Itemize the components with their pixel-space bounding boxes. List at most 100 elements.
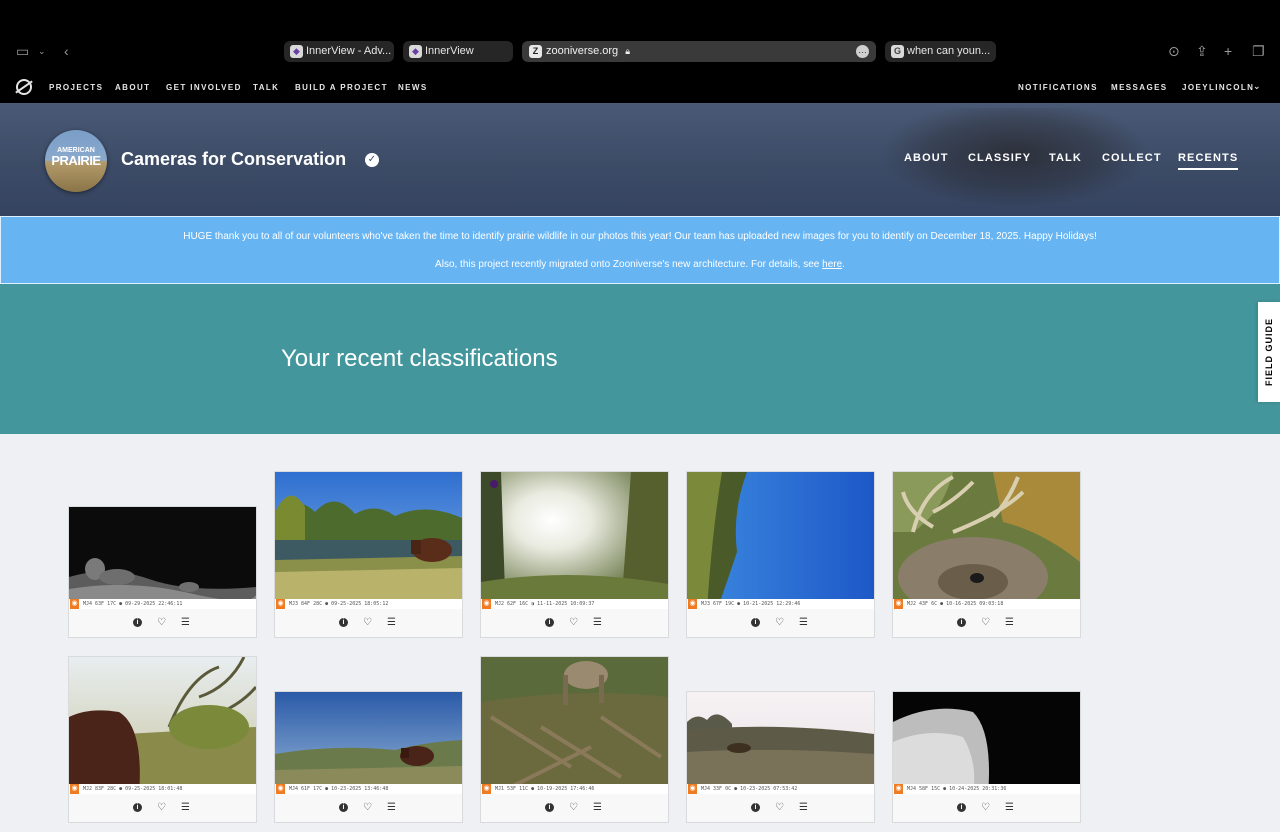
camera-brand-icon: ◉ — [688, 784, 697, 794]
camera-info-text: MJ3 67F 19C ● 10-21-2025 12:29:46 — [701, 601, 801, 607]
favorite-icon[interactable]: ♡ — [773, 617, 786, 629]
nav-talk[interactable]: TALK — [253, 83, 279, 93]
classification-card[interactable]: ◉ MJ3 67F 19C ● 10-21-2025 12:29:46 i ♡ ☰ — [686, 471, 875, 638]
classification-card[interactable]: ◉ MJ2 62F 16C ◑ 11-11-2025 10:09:37 i ♡ ☰ — [480, 471, 669, 638]
classification-card[interactable]: ◉ MJ4 58F 15C ● 10-24-2025 20:31:36 i ♡ ☰ — [892, 691, 1081, 823]
page-title: Your recent classifications — [281, 345, 558, 372]
nav-projects[interactable]: PROJECTS — [49, 83, 103, 93]
classification-card[interactable]: ◉ MJ4 61F 17C ● 10-23-2025 13:46:48 i ♡ ☰ — [274, 691, 463, 823]
favorite-icon[interactable]: ♡ — [773, 802, 786, 814]
favorite-icon[interactable]: ♡ — [155, 802, 168, 814]
nav-about[interactable]: ABOUT — [115, 83, 150, 93]
chevron-down-icon[interactable]: ⌄ — [1253, 81, 1262, 91]
camera-brand-icon: ◉ — [276, 784, 285, 794]
collection-list-icon[interactable]: ☰ — [591, 617, 604, 629]
nav-messages[interactable]: MESSAGES — [1111, 83, 1168, 93]
project-nav-collect[interactable]: COLLECT — [1102, 152, 1162, 164]
nav-get-involved[interactable]: GET INVOLVED — [166, 83, 242, 93]
camera-brand-icon: ◉ — [70, 599, 79, 609]
user-menu[interactable]: JOEYLINCOLN — [1182, 83, 1254, 93]
classification-card[interactable]: ◉ MJ2 43F 6C ● 10-16-2025 09:03:18 i ♡ ☰ — [892, 471, 1081, 638]
collection-list-icon[interactable]: ☰ — [1003, 802, 1016, 814]
project-nav-about[interactable]: ABOUT — [904, 152, 949, 164]
project-title[interactable]: Cameras for Conservation — [121, 148, 346, 170]
collection-list-icon[interactable]: ☰ — [385, 617, 398, 629]
field-guide-tab[interactable]: FIELD GUIDE — [1258, 302, 1280, 402]
subject-image[interactable]: ◉ MJ3 67F 19C ● 10-21-2025 12:29:46 — [687, 472, 874, 610]
info-icon[interactable]: i — [131, 617, 144, 629]
info-icon[interactable]: i — [955, 617, 968, 629]
favorite-icon[interactable]: ♡ — [567, 617, 580, 629]
classification-card[interactable]: ◉ MJ3 84F 28C ● 09-25-2025 18:05:12 i ♡ ☰ — [274, 471, 463, 638]
info-icon[interactable]: i — [955, 802, 968, 814]
classification-card[interactable]: ◉ MJ4 33F 0C ● 10-23-2025 07:53:42 i ♡ ☰ — [686, 691, 875, 823]
info-icon[interactable]: i — [543, 617, 556, 629]
subject-image[interactable]: ◉ MJ3 84F 28C ● 09-25-2025 18:05:12 — [275, 472, 462, 610]
collection-list-icon[interactable]: ☰ — [797, 802, 810, 814]
favorite-icon[interactable]: ♡ — [155, 617, 168, 629]
classification-card[interactable]: ◉ MJ2 83F 28C ● 09-25-2025 18:01:48 i ♡ ☰ — [68, 656, 257, 823]
nav-notifications[interactable]: NOTIFICATIONS — [1018, 83, 1098, 93]
chevron-down-icon[interactable]: ⌄ — [38, 44, 46, 58]
sidebar-toggle-icon[interactable]: ▭ — [16, 44, 29, 58]
camera-brand-icon: ◉ — [894, 784, 903, 794]
tab-overview-icon[interactable]: ❐ — [1252, 44, 1265, 58]
favorite-icon[interactable]: ♡ — [979, 802, 992, 814]
info-icon[interactable]: i — [337, 802, 350, 814]
subject-image[interactable]: ◉ MJ4 61F 17C ● 10-23-2025 13:46:48 — [275, 692, 462, 795]
camera-brand-icon: ◉ — [894, 599, 903, 609]
info-icon[interactable]: i — [543, 802, 556, 814]
download-icon[interactable]: ⊙ — [1168, 44, 1180, 58]
collection-list-icon[interactable]: ☰ — [385, 802, 398, 814]
subject-image[interactable]: ◉ MJ4 63F 17C ● 09-29-2025 22:46:11 — [69, 507, 256, 610]
subject-image[interactable]: ◉ MJ4 58F 15C ● 10-24-2025 20:31:36 — [893, 692, 1080, 795]
address-bar[interactable]: Z zooniverse.org 🔒︎ … — [522, 41, 876, 62]
favorite-icon[interactable]: ♡ — [361, 802, 374, 814]
nav-news[interactable]: NEWS — [398, 83, 428, 93]
card-actions: i ♡ ☰ — [481, 609, 668, 637]
info-icon[interactable]: i — [749, 802, 762, 814]
favorite-icon[interactable]: ♡ — [567, 802, 580, 814]
browser-tab[interactable]: ◆ InnerView - Adv... — [284, 41, 394, 62]
more-icon[interactable]: … — [856, 45, 869, 58]
card-actions: i ♡ ☰ — [481, 794, 668, 822]
browser-tab[interactable]: ◆ InnerView — [403, 41, 513, 62]
browser-tab[interactable]: G when can youn... — [885, 41, 996, 62]
info-glyph: i — [751, 802, 760, 812]
zooniverse-logo-icon[interactable] — [16, 79, 32, 95]
tab-label: when can youn... — [907, 45, 991, 57]
collection-list-icon[interactable]: ☰ — [1003, 617, 1016, 629]
collection-list-icon[interactable]: ☰ — [591, 802, 604, 814]
classification-card[interactable]: ◉ MJ1 53F 11C ● 10-19-2025 17:46:46 i ♡ ☰ — [480, 656, 669, 823]
info-icon[interactable]: i — [131, 802, 144, 814]
info-icon[interactable]: i — [749, 617, 762, 629]
verified-badge-icon: ✓ — [365, 153, 379, 167]
favorite-icon[interactable]: ♡ — [361, 617, 374, 629]
new-tab-icon[interactable]: + — [1224, 44, 1232, 58]
back-icon[interactable]: ‹ — [64, 44, 69, 58]
project-nav-talk[interactable]: TALK — [1049, 152, 1082, 164]
collection-list-icon[interactable]: ☰ — [179, 802, 192, 814]
classification-card[interactable]: ◉ MJ4 63F 17C ● 09-29-2025 22:46:11 i ♡ ☰ — [68, 506, 257, 638]
project-nav-classify[interactable]: CLASSIFY — [968, 152, 1031, 164]
nav-build-a-project[interactable]: BUILD A PROJECT — [295, 83, 388, 93]
info-icon[interactable]: i — [337, 617, 350, 629]
subject-image[interactable]: ◉ MJ4 33F 0C ● 10-23-2025 07:53:42 — [687, 692, 874, 795]
announcement-link[interactable]: here — [822, 259, 842, 270]
subject-image[interactable]: ◉ MJ1 53F 11C ● 10-19-2025 17:46:46 — [481, 657, 668, 795]
subject-image[interactable]: ◉ MJ2 43F 6C ● 10-16-2025 09:03:18 — [893, 472, 1080, 610]
announcement-line1: HUGE thank you to all of our volunteers … — [183, 231, 1097, 242]
camera-brand-icon: ◉ — [70, 784, 79, 794]
camera-info-text: MJ1 53F 11C ● 10-19-2025 17:46:46 — [495, 786, 595, 792]
project-avatar[interactable]: AMERICAN PRAIRIE — [45, 130, 107, 192]
subject-image[interactable]: ◉ MJ2 62F 16C ◑ 11-11-2025 10:09:37 — [481, 472, 668, 610]
subject-image[interactable]: ◉ MJ2 83F 28C ● 09-25-2025 18:01:48 — [69, 657, 256, 795]
collection-list-icon[interactable]: ☰ — [179, 617, 192, 629]
project-nav-recents[interactable]: RECENTS — [1178, 152, 1239, 170]
collection-list-icon[interactable]: ☰ — [797, 617, 810, 629]
favorite-icon[interactable]: ♡ — [979, 617, 992, 629]
share-icon[interactable]: ⇪ — [1196, 44, 1208, 58]
avatar-text-line2: PRAIRIE — [51, 153, 101, 168]
camera-brand-icon: ◉ — [482, 599, 491, 609]
camera-brand-icon: ◉ — [482, 784, 491, 794]
